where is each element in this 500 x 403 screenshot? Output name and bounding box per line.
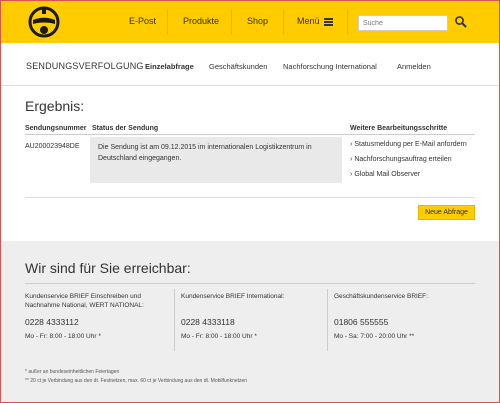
nav-epost[interactable]: E-Post [129,16,156,26]
nav-divider [231,9,232,35]
action-label: Nachforschungsauftrag erteilen [354,156,452,163]
action-nachforschung[interactable]: › Nachforschungsauftrag erteilen [350,156,452,163]
action-email-status[interactable]: › Statusmeldung per E-Mail anfordern [350,141,467,148]
top-header: E-Post Produkte Shop Menü [1,1,499,43]
contact-column-national: Kundenservice BRIEF Einschreiben und Nac… [25,292,170,310]
contact-column-international: Kundenservice BRIEF International: [181,292,326,301]
footnote-holidays: * außer an bundeseinheitlichen Feiertage… [25,369,120,375]
new-query-button[interactable]: Neue Abfrage [418,205,475,220]
status-cell: Die Sendung ist am 09.12.2015 im interna… [90,137,342,183]
contact-hours: Mo - Fr: 8:00 - 18:00 Uhr * [25,333,101,340]
contact-phone[interactable]: 0228 4333112 [25,317,79,327]
search-input[interactable] [358,15,448,31]
column-header-actions: Weitere Bearbeitungsschritte [350,125,448,132]
chevron-right-icon: › [350,141,353,148]
contact-label: Kundenservice BRIEF International: [181,293,285,300]
contact-label: Geschäftskundenservice BRIEF: [334,293,428,300]
chevron-right-icon: › [350,156,353,163]
result-heading: Ergebnis: [25,98,85,114]
contact-phone[interactable]: 01806 555555 [334,317,388,327]
column-header-status: Status der Sendung [92,125,159,132]
contact-label: Kundenservice BRIEF Einschreiben und Nac… [25,293,144,309]
search-icon[interactable] [454,15,468,29]
contact-column-business: Geschäftskundenservice BRIEF: [334,292,479,301]
status-text: Die Sendung ist am 09.12.2015 im interna… [98,144,312,162]
sub-navigation: SENDUNGSVERFOLGUNG Einzelabfrage Geschäf… [1,48,499,86]
contact-hours: Mo - Sa: 7:00 - 20:00 Uhr ** [334,333,415,340]
nav-divider [347,9,348,35]
nav-divider [167,9,168,35]
nav-produkte[interactable]: Produkte [183,16,219,26]
chevron-right-icon: › [350,171,353,178]
footer-divider [25,283,475,284]
column-divider [327,289,328,351]
nav-shop[interactable]: Shop [247,16,268,26]
footnote-pricing: ** 20 ct je Verbindung aus den dt. Festn… [25,378,248,384]
contact-hours: Mo - Fr: 8:00 - 18:00 Uhr * [181,333,257,340]
tab-anmelden[interactable]: Anmelden [397,62,431,71]
action-label: Statusmeldung per E-Mail anfordern [354,141,467,148]
action-global-mail-observer[interactable]: › Global Mail Observer [350,171,420,178]
nav-menu[interactable]: Menü [297,16,320,26]
contact-heading: Wir sind für Sie erreichbar: [25,260,191,276]
contact-phone[interactable]: 0228 4333118 [181,317,235,327]
tab-einzelabfrage[interactable]: Einzelabfrage [145,62,194,71]
post-horn-logo[interactable] [25,3,63,41]
hamburger-icon[interactable] [324,18,333,26]
nav-divider [283,9,284,35]
column-divider [174,289,175,351]
tracking-number: AU200023948DE [25,143,80,150]
table-header-divider [25,134,475,135]
tab-geschaeftskunden[interactable]: Geschäftskunden [209,62,267,71]
tab-nachforschung-international[interactable]: Nachforschung International [283,62,377,71]
section-title: SENDUNGSVERFOLGUNG [26,61,144,71]
section-divider [25,197,475,198]
action-label: Global Mail Observer [354,171,421,178]
column-header-number: Sendungsnummer [25,125,87,132]
